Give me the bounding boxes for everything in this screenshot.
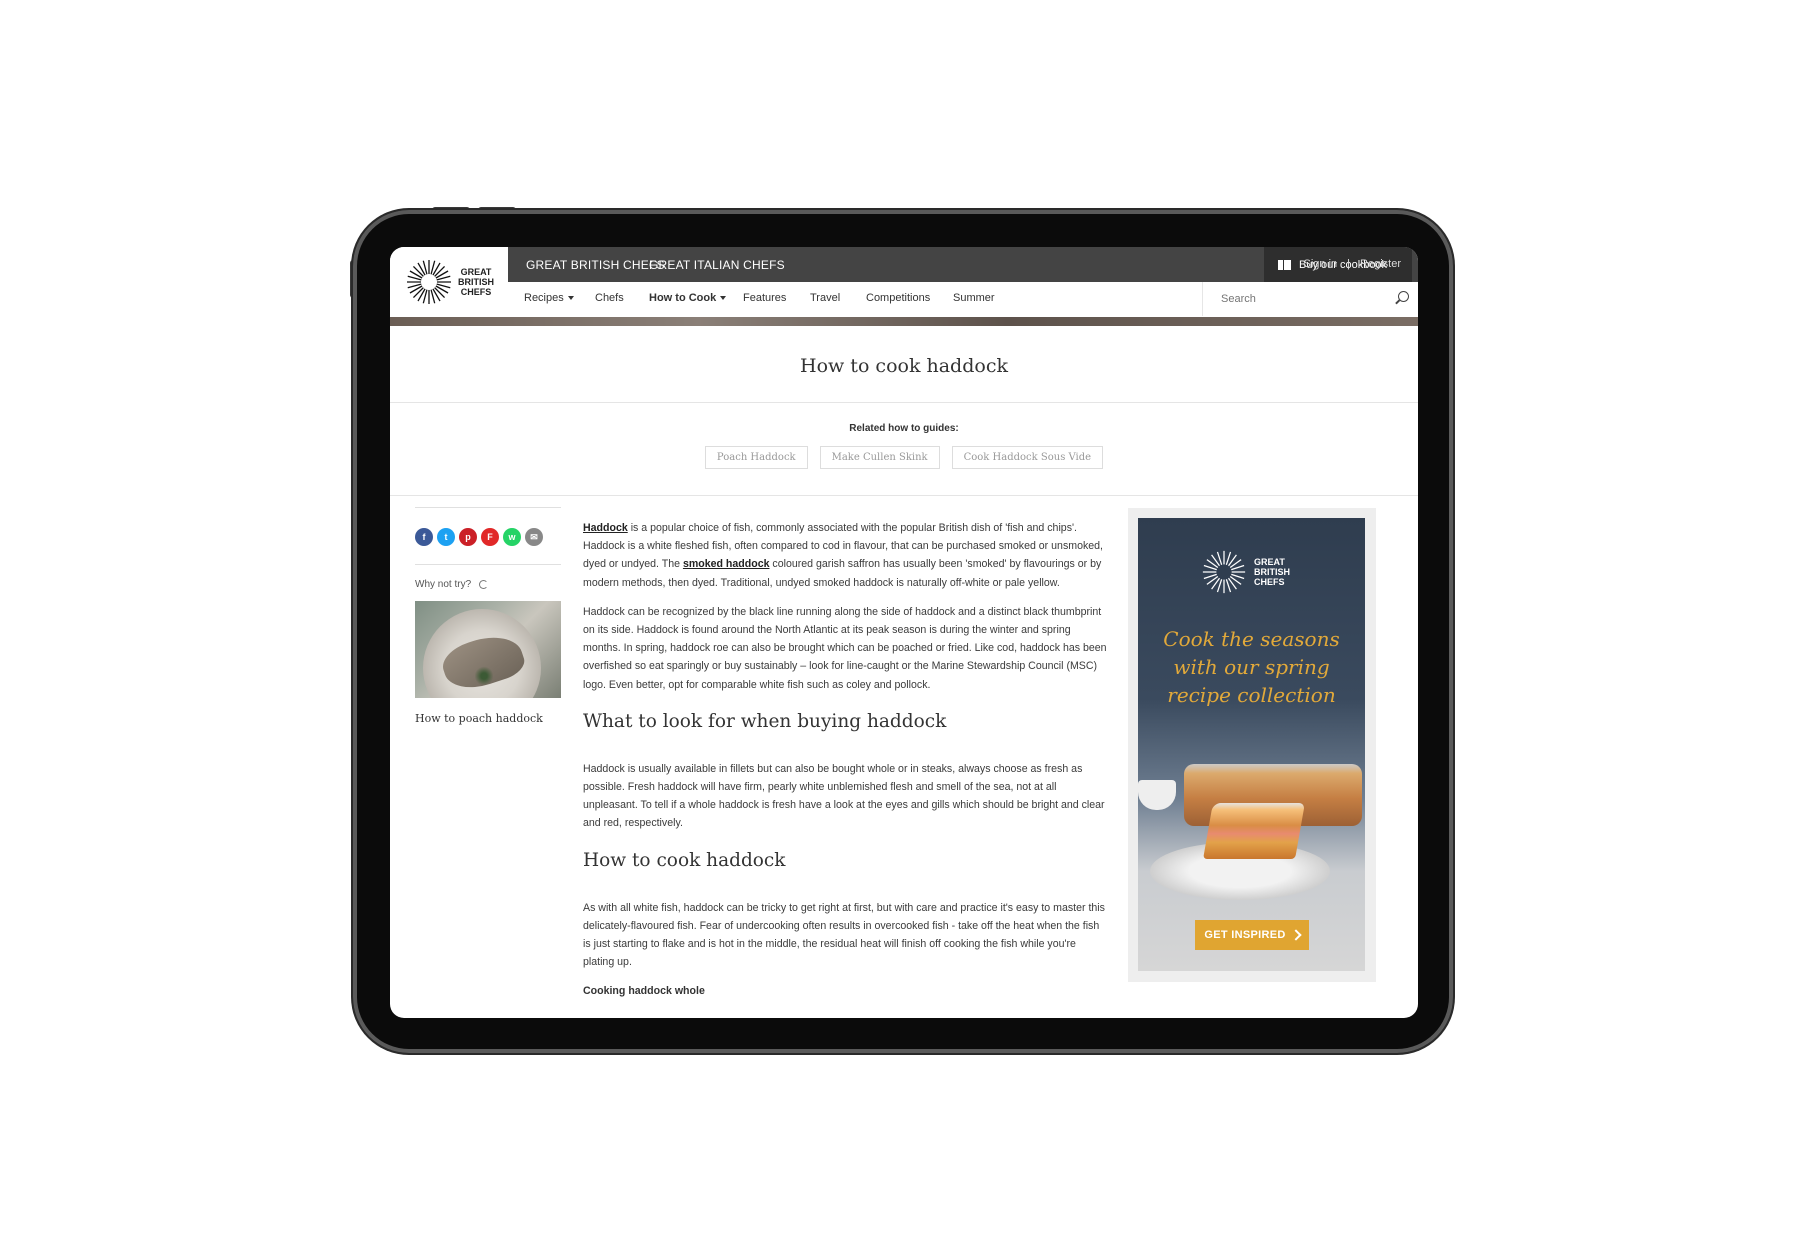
advert-frame: GREAT BRITISH CHEFS Cook the seasons wit… [1128,508,1376,982]
sunburst-logo-icon [1202,550,1246,594]
twitter-icon[interactable]: t [437,528,455,546]
nav-item-recipes[interactable]: Recipes [524,292,574,304]
bowl-image [1138,780,1176,810]
search-input[interactable] [1219,292,1373,306]
nav-item-features[interactable]: Features [743,292,786,304]
sign-in-link[interactable]: Sign in [1304,258,1338,270]
article-paragraph: Haddock can be recognized by the black l… [583,605,1107,691]
related-guide-chip[interactable]: Cook Haddock Sous Vide [951,446,1104,469]
nav-item-chefs[interactable]: Chefs [595,292,624,304]
refresh-icon[interactable] [479,579,489,589]
caret-down-icon [720,296,727,301]
suggestion-thumbnail[interactable] [415,601,561,698]
article-paragraph: As with all white fish, haddock can be t… [583,901,1105,969]
advert-logo-text: GREAT BRITISH CHEFS [1254,557,1290,587]
left-rail: f t p F w ✉ Why not try? How to poach ha… [415,507,561,725]
site-link-great-italian-chefs[interactable]: GREAT ITALIAN CHEFS [649,258,785,272]
get-inspired-button[interactable]: GET INSPIRED [1195,920,1309,950]
related-guide-chip[interactable]: Make Cullen Skink [819,446,940,469]
whatsapp-icon[interactable]: w [503,528,521,546]
site-logo[interactable]: GREAT BRITISH CHEFS [390,247,508,317]
top-bar: GREAT BRITISH CHEFS GREAT ITALIAN CHEFS … [508,247,1418,282]
nav-item-how-to-cook[interactable]: How to Cook [649,292,727,304]
book-icon [1278,259,1291,270]
caret-down-icon [567,296,574,301]
smoked-haddock-link[interactable]: smoked haddock [683,558,770,570]
related-guide-chip[interactable]: Poach Haddock [704,446,808,469]
divider [415,507,561,508]
article-body: Haddock is a popular choice of fish, com… [583,519,1109,1012]
search-icon[interactable] [1398,291,1409,302]
get-inspired-label: GET INSPIRED [1204,929,1286,941]
why-not-try: Why not try? [415,579,561,590]
chevron-right-icon [1289,929,1302,941]
email-icon[interactable]: ✉ [525,528,543,546]
related-guides-label: Related how to guides: [849,423,959,434]
cake-slice-image [1203,803,1305,859]
article-paragraph: Haddock is usually available in fillets … [583,762,1105,830]
site-link-great-british-chefs[interactable]: GREAT BRITISH CHEFS [526,258,665,272]
nav-item-travel[interactable]: Travel [810,292,840,304]
advert-logo: GREAT BRITISH CHEFS [1200,548,1290,596]
flipboard-icon[interactable]: F [481,528,499,546]
advert-headline: Cook the seasons with our spring recipe … [1163,627,1340,707]
why-not-try-label: Why not try? [415,579,472,590]
sub-heading: Cooking haddock whole [583,985,705,998]
browser-screen: GREAT BRITISH CHEFS GREAT BRITISH CHEFS … [390,247,1418,1018]
haddock-link[interactable]: Haddock [583,522,628,534]
suggestion-link[interactable]: How to poach haddock [415,712,561,725]
divider [415,564,561,565]
pinterest-icon[interactable]: p [459,528,477,546]
auth-links: Sign in | Register [1299,258,1406,270]
facebook-icon[interactable]: f [415,528,433,546]
divider [390,402,1418,403]
section-heading: How to cook haddock [583,849,786,871]
search-box [1202,282,1418,316]
nav-item-competitions[interactable]: Competitions [866,292,930,304]
article-paragraph: Haddock is a popular choice of fish, com… [583,522,1103,589]
section-heading: What to look for when buying haddock [583,710,947,732]
related-guides: Poach Haddock Make Cullen Skink Cook Had… [390,446,1418,469]
logo-text: GREAT BRITISH CHEFS [458,267,494,297]
register-link[interactable]: Register [1360,258,1401,270]
advert-banner[interactable]: GREAT BRITISH CHEFS Cook the seasons wit… [1138,518,1365,971]
auth-divider: | [1347,258,1351,270]
hero-image-strip [390,317,1418,326]
sunburst-logo-icon [407,260,451,304]
page-title: How to cook haddock [800,355,1008,377]
divider [390,495,1418,496]
share-buttons: f t p F w ✉ [415,528,561,546]
nav-item-summer[interactable]: Summer [953,292,995,304]
